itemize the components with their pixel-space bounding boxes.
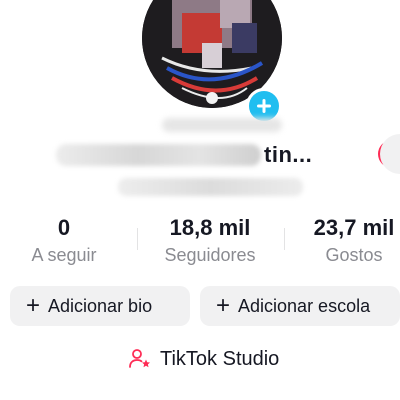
stat-followers-label: Seguidores [164,245,256,265]
tiktok-studio-label: TikTok Studio [160,347,280,370]
plus-icon: + [216,292,231,319]
add-school-label: Adicionar escola [238,295,371,316]
stats-row: 0 A seguir 18,8 mil Seguidores 23,7 mil … [0,214,400,270]
stat-followers-value: 18,8 mil [169,215,251,240]
redacted-strip [162,118,282,132]
profile-name-row: tin... 9+ [56,140,400,170]
redacted-name [56,144,261,166]
add-school-button[interactable]: + Adicionar escola [200,286,400,326]
avatar-container [142,0,282,124]
add-bio-label: Adicionar bio [48,295,153,316]
stat-followers[interactable]: 18,8 mil Seguidores [148,214,272,268]
tiktok-studio-link[interactable]: TikTok Studio [128,344,279,374]
add-bio-button[interactable]: + Adicionar bio [10,286,190,326]
profile-page: tin... 9+ 0 A seguir 18,8 mil Seguidores… [0,0,400,400]
profile-name: tin... [264,142,313,167]
plus-icon: + [26,292,41,319]
stat-divider [284,228,285,250]
person-star-icon [129,349,150,368]
stat-likes-value: 23,7 mil [313,215,395,240]
stat-likes-label: Gostos [325,245,383,265]
stat-following-label: A seguir [31,245,97,265]
stat-following-value: 0 [57,215,71,240]
stat-likes[interactable]: 23,7 mil Gostos [304,214,400,268]
side-action-button[interactable] [380,134,400,174]
stat-following[interactable]: 0 A seguir [16,214,112,268]
stat-divider [137,228,138,250]
redacted-username [118,178,303,196]
plus-icon [257,99,271,113]
